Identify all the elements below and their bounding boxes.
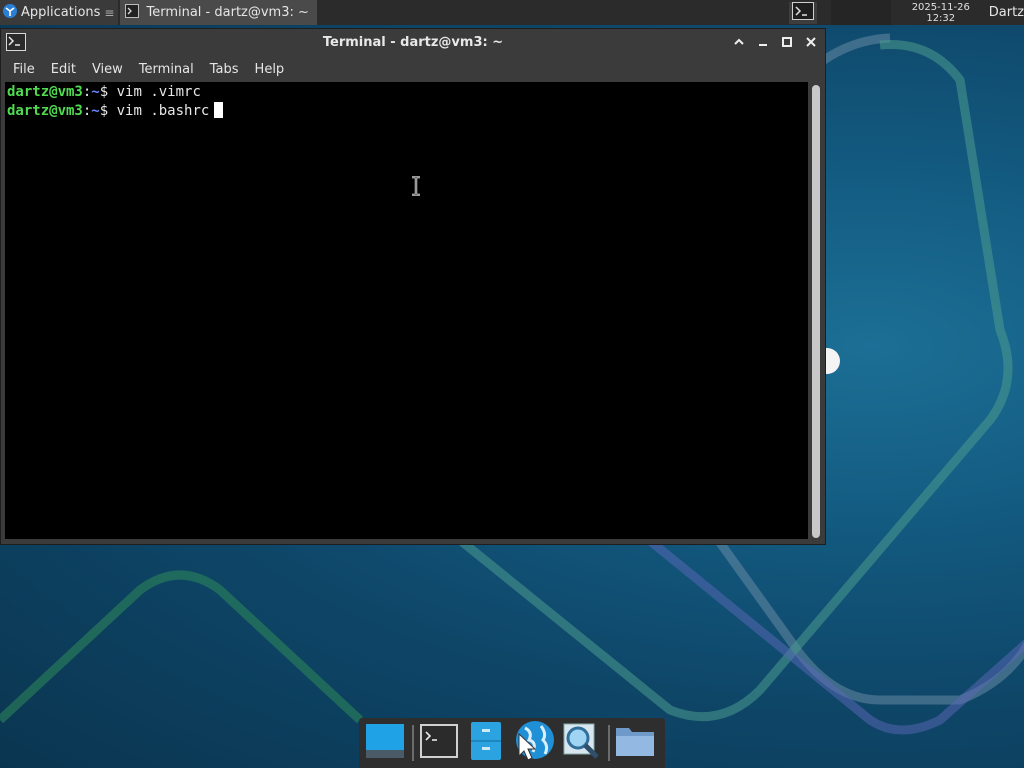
chevron-up-icon [734,38,744,45]
ibeam-cursor-icon [410,175,422,200]
minimize-button[interactable] [755,33,771,51]
applications-menu-button[interactable]: Applications ≡ [0,0,119,25]
menu-view[interactable]: View [84,62,131,77]
dock-search[interactable] [559,721,602,765]
prompt-dollar: $ [99,103,109,119]
desktop-icon [365,722,405,764]
dock-file-manager[interactable] [465,721,508,765]
file-manager-icon [470,721,502,765]
command-text: vim .vimrc [108,84,201,100]
shade-button[interactable] [731,33,747,51]
prompt-user: dartz@vm3 [7,84,83,100]
search-icon [562,722,600,764]
close-icon [806,37,816,47]
clock-time: 12:32 [926,12,956,24]
prompt-path: ~ [91,84,100,100]
dock-terminal[interactable] [418,721,461,765]
menu-help[interactable]: Help [247,62,293,77]
terminal-output[interactable]: dartz@vm3:~$ vim .vimrc dartz@vm3:~$ vim… [5,82,808,539]
terminal-icon [125,3,140,22]
terminal-icon [420,724,459,762]
menu-tabs[interactable]: Tabs [202,62,247,77]
menubar: File Edit View Terminal Tabs Help [1,57,825,81]
prompt-user: dartz@vm3 [7,103,83,119]
command-text: vim .bashrc [108,103,210,119]
dock-separator [608,725,610,761]
menu-terminal[interactable]: Terminal [131,62,202,77]
dock-separator [412,725,414,761]
folder-icon [615,724,655,762]
panel-terminal-launcher[interactable] [788,1,817,24]
close-button[interactable] [803,33,819,51]
menu-edit[interactable]: Edit [43,62,84,77]
user-menu-button[interactable]: Dartz [989,5,1024,20]
window-title: Terminal - dartz@vm3: ~ [322,35,504,50]
prompt-dollar: $ [99,84,109,100]
applications-label: Applications [21,5,101,20]
text-cursor [214,102,224,118]
dock-show-desktop[interactable] [363,721,406,765]
dock-web-browser[interactable] [512,721,555,765]
window-controls [731,33,819,51]
menu-glyph-icon: ≡ [104,5,115,20]
terminal-line: dartz@vm3:~$ vim .vimrc [7,83,806,102]
taskbar-terminal-button[interactable]: Terminal - dartz@vm3: ~ [120,0,317,25]
clock[interactable]: 2025-11-26 12:32 [901,2,981,24]
terminal-scrollbar[interactable] [812,85,820,538]
taskbar-terminal-label: Terminal - dartz@vm3: ~ [146,5,309,20]
terminal-icon [791,1,814,24]
top-panel: Applications ≡ Terminal - dartz@vm3: ~ 2… [0,0,1024,25]
maximize-button[interactable] [779,33,795,51]
terminal-line: dartz@vm3:~$ vim .bashrc [7,102,806,121]
menu-file[interactable]: File [5,62,43,77]
prompt-path: ~ [91,103,100,119]
maximize-icon [782,37,792,47]
dock-folder[interactable] [614,721,657,765]
panel-separator [830,0,891,25]
xfce-logo-icon [2,3,18,23]
minimize-icon [759,44,767,46]
clock-date: 2025-11-26 [911,1,970,13]
dock [359,718,665,768]
web-browser-icon [513,720,555,766]
terminal-window: Terminal - dartz@vm3: ~ File Edit View T… [0,28,826,545]
window-titlebar[interactable]: Terminal - dartz@vm3: ~ [1,29,825,57]
